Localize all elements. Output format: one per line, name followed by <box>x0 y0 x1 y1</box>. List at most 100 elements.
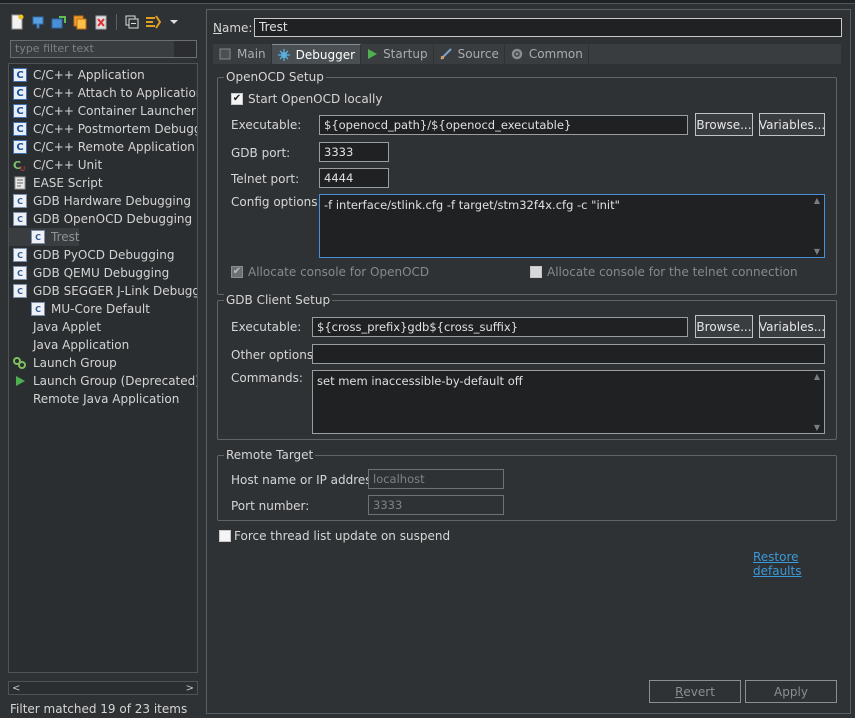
other-options-label: Other options: <box>231 348 318 362</box>
tab-common[interactable]: Common <box>504 44 589 64</box>
c-small-icon: C <box>13 284 27 298</box>
gdb-client-setup-title: GDB Client Setup <box>224 293 333 307</box>
restore-defaults-link[interactable]: Restore defaults <box>753 550 850 578</box>
new-prototype-icon[interactable] <box>29 13 47 31</box>
c-small-icon: C <box>13 266 27 280</box>
scroll-right-icon[interactable]: > <box>186 683 194 694</box>
config-options-textarea[interactable]: -f interface/stlink.cfg -f target/stm32f… <box>319 194 825 258</box>
export-icon[interactable] <box>50 13 68 31</box>
tree-item[interactable]: C C/C++ Attach to Application <box>9 84 197 102</box>
tree-item-label: GDB Hardware Debugging <box>33 194 191 208</box>
tree-item[interactable]: C C/C++ Postmortem Debugger <box>9 120 198 138</box>
telnet-port-label: Telnet port: <box>231 172 300 186</box>
force-thread-checkbox[interactable] <box>219 530 231 542</box>
config-options-scrollbar[interactable]: ▲ ▼ <box>811 196 823 256</box>
host-input[interactable]: localhost <box>368 469 504 489</box>
gdb-executable-label: Executable: <box>231 320 302 334</box>
start-openocd-checkbox[interactable]: ✔ <box>231 93 243 105</box>
launch-config-list-panel: type filter text C C/C++ Application C C/C+… <box>4 9 200 716</box>
view-menu-chevron-icon[interactable] <box>165 13 183 31</box>
tree-item-label: C/C++ Remote Application <box>33 140 195 154</box>
tree-item[interactable]: C GDB PyOCD Debugging <box>9 246 174 264</box>
c-app-icon: C <box>13 140 27 154</box>
commands-textarea[interactable]: set mem inaccessible-by-default off ▲ ▼ <box>312 370 825 434</box>
tree-item[interactable]: C GDB OpenOCD Debugging <box>9 210 192 228</box>
c-app-icon: C <box>13 104 27 118</box>
commands-scrollbar[interactable]: ▲ ▼ <box>811 372 823 432</box>
main-tab-icon <box>218 47 232 61</box>
tree-item-label: GDB SEGGER J-Link Debugging <box>33 284 197 298</box>
tree-item[interactable]: Launch Group (Deprecated) <box>9 372 197 390</box>
tree-item[interactable]: C C/C++ Application <box>9 66 145 84</box>
c-small-icon: C <box>13 212 27 226</box>
tab-label: Main <box>237 47 266 61</box>
tree-item[interactable]: C GDB SEGGER J-Link Debugging <box>9 282 197 300</box>
c-unit-icon: CU <box>13 158 27 172</box>
tree-item[interactable]: C MU-Core Default <box>9 300 150 318</box>
tree-item[interactable]: Remote Java Application <box>9 390 179 408</box>
name-input[interactable]: Trest <box>254 18 842 37</box>
revert-label-rest: evert <box>683 684 715 699</box>
launch-config-tree[interactable]: C C/C++ Application C C/C++ Attach to Appli… <box>8 63 198 673</box>
tree-item-label: C/C++ Postmortem Debugger <box>33 122 198 136</box>
scroll-up-icon[interactable]: ▲ <box>814 372 820 381</box>
tree-item-label: C/C++ Container Launcher <box>33 104 196 118</box>
tree-item[interactable]: EASE Script <box>9 174 103 192</box>
tree-item-label: Launch Group <box>33 356 117 370</box>
tree-item[interactable]: C C/C++ Remote Application <box>9 138 195 156</box>
gdb-browse-button[interactable]: Browse... <box>695 315 753 338</box>
revert-button[interactable]: Revert <box>649 680 741 703</box>
tree-item-label: Remote Java Application <box>33 392 180 406</box>
scroll-left-icon[interactable]: < <box>12 683 20 694</box>
duplicate-icon[interactable] <box>71 13 89 31</box>
filter-icon[interactable] <box>144 13 162 31</box>
port-number-input[interactable]: 3333 <box>368 495 504 515</box>
tree-item-label: EASE Script <box>33 176 103 190</box>
tab-label: Source <box>457 47 499 61</box>
openocd-executable-label: Executable: <box>231 118 302 132</box>
gdb-variables-button[interactable]: Variables... <box>759 315 825 338</box>
tree-horizontal-scrollbar[interactable]: < > <box>8 681 198 695</box>
tree-item[interactable]: Launch Group <box>9 354 117 372</box>
gdb-executable-input[interactable]: ${cross_prefix}gdb${cross_suffix} <box>312 317 688 337</box>
collapse-all-icon[interactable] <box>123 13 141 31</box>
svg-text:U: U <box>20 165 25 172</box>
tree-item-label: GDB PyOCD Debugging <box>33 248 175 262</box>
tab-main[interactable]: Main <box>213 44 272 64</box>
allocate-console-openocd-checkbox[interactable]: ✔ <box>231 266 243 278</box>
filter-input[interactable]: type filter text <box>10 40 197 58</box>
tab-debugger[interactable]: Debugger <box>271 44 362 64</box>
tree-item[interactable]: C Trest <box>9 228 80 246</box>
tree-item[interactable]: Java Applet <box>9 318 101 336</box>
telnet-port-input[interactable]: 4444 <box>319 168 389 188</box>
tree-item-label: C/C++ Application <box>33 68 145 82</box>
allocate-console-telnet-checkbox[interactable] <box>530 266 542 278</box>
scroll-down-icon[interactable]: ▼ <box>814 423 820 432</box>
scroll-down-icon[interactable]: ▼ <box>814 247 820 256</box>
delete-icon[interactable] <box>92 13 110 31</box>
openocd-variables-button[interactable]: Variables... <box>759 113 825 136</box>
openocd-browse-button[interactable]: Browse... <box>695 113 753 136</box>
scroll-up-icon[interactable]: ▲ <box>814 196 820 205</box>
tab-startup[interactable]: Startup <box>361 44 434 64</box>
tree-item-label: GDB OpenOCD Debugging <box>33 212 193 226</box>
filter-clear-area[interactable] <box>174 41 196 57</box>
source-tab-icon <box>439 47 453 61</box>
gdb-port-input[interactable]: 3333 <box>319 142 389 162</box>
tree-item[interactable]: C GDB QEMU Debugging <box>9 264 169 282</box>
tree-item[interactable]: C GDB Hardware Debugging <box>9 192 191 210</box>
tab-source[interactable]: Source <box>433 44 505 64</box>
tree-item[interactable]: C U C/C++ Unit <box>9 156 102 174</box>
config-options-value: -f interface/stlink.cfg -f target/stm32f… <box>324 198 620 212</box>
tree-item-label: Java Applet <box>33 320 102 334</box>
other-options-input[interactable] <box>312 344 825 364</box>
openocd-executable-input[interactable]: ${openocd_path}/${openocd_executable} <box>319 115 688 135</box>
config-toolbar <box>8 11 183 33</box>
none <box>13 320 27 334</box>
tree-item[interactable]: C C/C++ Container Launcher <box>9 102 196 120</box>
new-config-icon[interactable] <box>8 13 26 31</box>
startup-tab-icon <box>366 48 378 60</box>
tree-item[interactable]: Java Application <box>9 336 129 354</box>
toolbar-separator <box>116 14 117 30</box>
apply-button[interactable]: Apply <box>745 680 837 703</box>
